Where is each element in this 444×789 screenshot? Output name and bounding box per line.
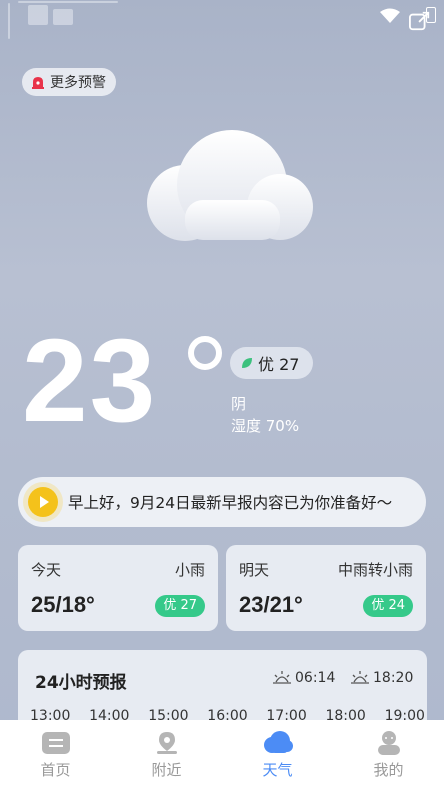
share-icon[interactable] [408,10,432,32]
nav-weather[interactable]: 天气 [222,720,333,789]
humidity: 湿度 70% [231,417,300,435]
play-icon[interactable] [28,487,58,517]
more-alerts-label: 更多预警 [50,75,106,91]
tomorrow-label: 明天 [239,561,270,579]
morning-report-bar[interactable]: 早上好，9月24日最新早报内容已为你准备好～ [18,477,426,527]
nav-home-label: 首页 [40,761,71,779]
today-weather: 小雨 [174,561,205,579]
location-icon [156,732,177,754]
today-temp-range: 25/18° [31,592,95,617]
nav-nearby-label: 附近 [151,761,182,779]
morning-report-text: 早上好，9月24日最新早报内容已为你准备好～ [68,494,393,512]
status-bar-blurred-info [8,1,118,39]
today-label: 今天 [31,561,62,579]
status-bar [0,0,444,40]
nav-home[interactable]: 首页 [0,720,111,789]
sunset-time: 18:20 [373,670,414,686]
aqi-badge[interactable]: 优 27 [230,347,314,379]
wifi-icon [380,8,400,23]
bottom-nav: 首页 附近 天气 我的 [0,720,444,789]
cloudy-weather-icon [140,125,320,250]
nav-mine[interactable]: 我的 [333,720,444,789]
today-aqi-badge: 优 27 [155,595,205,617]
tomorrow-card[interactable]: 明天 中雨转小雨 23/21° 优 24 [226,545,426,631]
nav-weather-label: 天气 [262,761,293,779]
tomorrow-aqi-badge: 优 24 [363,595,413,617]
hourly-forecast-title: 24小时预报 [35,673,127,693]
sunrise: 06:14 [273,670,335,686]
cloud-icon [263,731,293,753]
alarm-icon [32,77,44,89]
sunrise-icon [273,671,291,684]
profile-icon [377,731,400,755]
current-condition-block: 阴 湿度 70% [231,393,299,437]
current-temperature: 23 [22,315,158,447]
nav-mine-label: 我的 [373,761,404,779]
weather-condition: 阴 [231,395,247,413]
tomorrow-weather: 中雨转小雨 [337,561,413,579]
more-alerts-button[interactable]: 更多预警 [22,68,116,96]
nav-nearby[interactable]: 附近 [111,720,222,789]
degree-symbol [188,336,222,370]
leaf-icon [242,358,252,368]
sunrise-time: 06:14 [295,670,336,686]
home-icon [41,732,70,754]
today-card[interactable]: 今天 小雨 25/18° 优 27 [18,545,218,631]
tomorrow-temp-range: 23/21° [239,592,303,617]
aqi-value: 优 27 [258,355,300,374]
sunset-icon [351,671,369,684]
sunset: 18:20 [351,670,413,686]
